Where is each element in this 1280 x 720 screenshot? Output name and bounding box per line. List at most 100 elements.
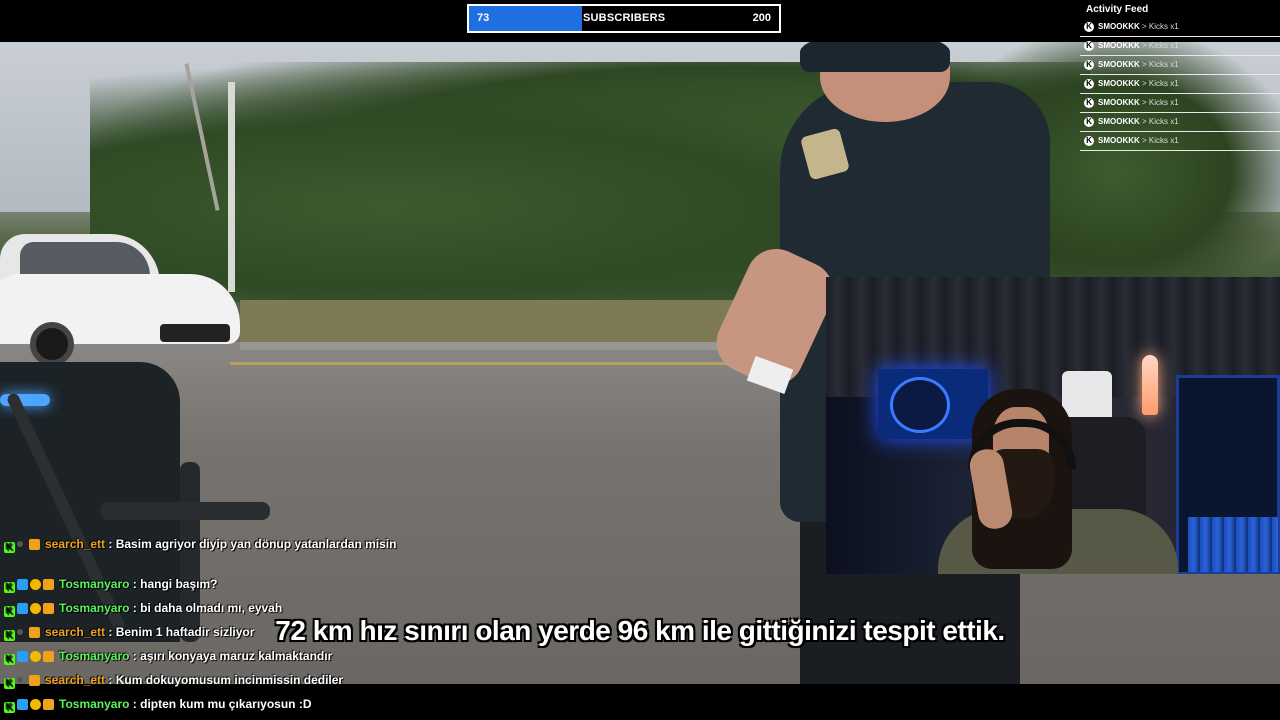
chat-text: Basim agriyor diyip yan dönup yatanlarda…: [115, 537, 397, 551]
cam-books: [1188, 517, 1278, 572]
activity-feed-title: Activity Feed: [1086, 4, 1149, 15]
kick-badge-icon: K: [4, 654, 15, 665]
activity-feed-action: > Kicks x1: [1142, 60, 1179, 69]
chat-text: hangi başım?: [140, 577, 218, 591]
car-grill: [160, 324, 230, 342]
subscriber-badge-icon: [43, 651, 54, 662]
subscriber-badge-icon: [43, 603, 54, 614]
chat-message: K Tosmanyaro : aşırı konyaya maruz kalmak…: [4, 646, 414, 670]
activity-feed-action: > Kicks x1: [1142, 117, 1179, 126]
status-dot-icon: [17, 677, 23, 683]
chat-message: K Tosmanyaro : bi daha olmadı mı, eyvah: [4, 598, 414, 622]
car-window: [20, 242, 150, 276]
chat-text: Kum dokuyomusum incinmissin dediler: [115, 673, 344, 687]
chat-text: Benim 1 haftadir sizliyor: [115, 625, 255, 639]
kick-icon: K: [1084, 41, 1094, 51]
kick-badge-icon: K: [4, 542, 15, 553]
kick-icon: K: [1084, 22, 1094, 32]
activity-feed-item: K SMOOKKK > Kicks x1: [1080, 132, 1280, 151]
kick-badge-icon: K: [4, 702, 15, 713]
chat-message: Ksearch_ett : Basim agriyor diyip yan dö…: [4, 534, 414, 574]
subscriber-goal-label: SUBSCRIBERS: [583, 12, 666, 24]
activity-feed: Activity Feed K SMOOKKK > Kicks x1 K SMOOKK…: [1078, 0, 1280, 160]
activity-feed-name: SMOOKKK: [1098, 60, 1140, 69]
activity-feed-name: SMOOKKK: [1098, 22, 1140, 31]
subscriber-badge-icon: [29, 675, 40, 686]
scene-road-line: [230, 362, 750, 365]
activity-feed-name: SMOOKKK: [1098, 41, 1140, 50]
og-badge-icon: [17, 579, 28, 590]
activity-feed-text: SMOOKKK > Kicks x1: [1098, 41, 1179, 50]
kick-badge-icon: K: [4, 606, 15, 617]
founder-badge-icon: [30, 699, 41, 710]
chat-message: Ksearch_ett : Benim 1 haftadir sizliyor: [4, 622, 414, 646]
activity-feed-text: SMOOKKK > Kicks x1: [1098, 98, 1179, 107]
pushbar-bar: [100, 502, 270, 520]
kick-icon: K: [1084, 117, 1094, 127]
activity-feed-name: SMOOKKK: [1098, 79, 1140, 88]
kick-icon: K: [1084, 79, 1094, 89]
chat-overlay: Ksearch_ett : Basim agriyor diyip yan dö…: [4, 534, 414, 718]
activity-feed-action: > Kicks x1: [1142, 41, 1179, 50]
chat-message: K Tosmanyaro : dipten kum mu çıkarıyosun …: [4, 694, 414, 718]
status-dot-icon: [17, 541, 23, 547]
scene-grass-median: [240, 300, 760, 348]
activity-feed-item: K SMOOKKK > Kicks x1: [1080, 94, 1280, 113]
chat-username[interactable]: search_ett: [45, 625, 105, 639]
og-badge-icon: [17, 699, 28, 710]
activity-feed-action: > Kicks x1: [1142, 136, 1179, 145]
activity-feed-name: SMOOKKK: [1098, 98, 1140, 107]
activity-feed-action: > Kicks x1: [1142, 98, 1179, 107]
scene-curb: [240, 342, 760, 350]
chat-username[interactable]: Tosmanyaro: [59, 649, 129, 663]
activity-feed-text: SMOOKKK > Kicks x1: [1098, 60, 1179, 69]
og-badge-icon: [17, 603, 28, 614]
status-dot-icon: [17, 629, 23, 635]
founder-badge-icon: [30, 603, 41, 614]
subscriber-badge-icon: [43, 699, 54, 710]
activity-feed-list: K SMOOKKK > Kicks x1 K SMOOKKK > Kicks x1 K S…: [1078, 18, 1280, 151]
activity-feed-text: SMOOKKK > Kicks x1: [1098, 22, 1179, 31]
activity-feed-text: SMOOKKK > Kicks x1: [1098, 79, 1179, 88]
chat-username[interactable]: Tosmanyaro: [59, 697, 129, 711]
subscriber-current-count: 73: [477, 12, 490, 24]
activity-feed-item: K SMOOKKK > Kicks x1: [1080, 56, 1280, 75]
webcam-overlay: [826, 277, 1280, 574]
kick-badge-icon: K: [4, 678, 15, 689]
subscriber-badge-icon: [29, 627, 40, 638]
chat-message: Ksearch_ett : Kum dokuyomusum incinmissi…: [4, 670, 414, 694]
activity-feed-text: SMOOKKK > Kicks x1: [1098, 117, 1179, 126]
activity-feed-item: K SMOOKKK > Kicks x1: [1080, 37, 1280, 56]
chat-username[interactable]: Tosmanyaro: [59, 601, 129, 615]
chat-text: dipten kum mu çıkarıyosun :D: [140, 697, 312, 711]
activity-feed-text: SMOOKKK > Kicks x1: [1098, 136, 1179, 145]
activity-feed-action: > Kicks x1: [1142, 22, 1179, 31]
og-badge-icon: [17, 651, 28, 662]
subscriber-badge-icon: [29, 539, 40, 550]
chat-separator: :: [105, 673, 116, 687]
chat-text: bi daha olmadı mı, eyvah: [140, 601, 283, 615]
streamer: [938, 389, 1188, 574]
chat-separator: :: [129, 649, 141, 663]
chat-separator: :: [105, 625, 116, 639]
chat-separator: :: [129, 601, 141, 615]
activity-feed-item: K SMOOKKK > Kicks x1: [1080, 18, 1280, 37]
kick-icon: K: [1084, 60, 1094, 70]
officer-cap: [800, 42, 950, 72]
founder-badge-icon: [30, 651, 41, 662]
activity-feed-name: SMOOKKK: [1098, 117, 1140, 126]
chat-username[interactable]: Tosmanyaro: [59, 577, 129, 591]
chat-text: aşırı konyaya maruz kalmaktandır: [140, 649, 333, 663]
activity-feed-item: K SMOOKKK > Kicks x1: [1080, 113, 1280, 132]
subscriber-goal-target: 200: [752, 12, 771, 24]
founder-badge-icon: [30, 579, 41, 590]
chat-message: K Tosmanyaro : hangi başım?: [4, 574, 414, 598]
kick-icon: K: [1084, 136, 1094, 146]
activity-feed-action: > Kicks x1: [1142, 79, 1179, 88]
activity-feed-item: K SMOOKKK > Kicks x1: [1080, 75, 1280, 94]
chat-separator: :: [129, 577, 141, 591]
chat-username[interactable]: search_ett: [45, 537, 105, 551]
chat-username[interactable]: search_ett: [45, 673, 105, 687]
subscriber-goal-bar: 73 SUBSCRIBERS 200: [467, 4, 781, 33]
chat-separator: :: [129, 697, 141, 711]
